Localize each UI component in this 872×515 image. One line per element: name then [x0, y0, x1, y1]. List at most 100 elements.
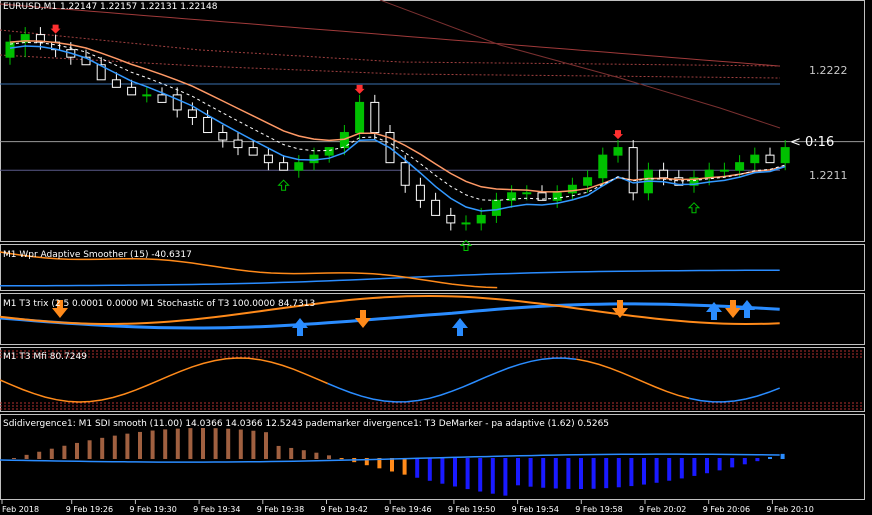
candle-body	[659, 169, 669, 179]
sdi-histogram-bar	[150, 430, 155, 459]
bar-countdown: < 0:16	[790, 135, 834, 150]
sdi-histogram-bar	[264, 432, 268, 459]
candle-body	[552, 192, 562, 201]
candle-body	[704, 169, 714, 179]
candle-body	[750, 154, 760, 164]
sdi-histogram-bar	[201, 428, 205, 459]
sdi-histogram-bar	[516, 458, 520, 486]
candle-body	[187, 109, 197, 118]
sdi-histogram-bar	[780, 453, 785, 459]
time-label: 9 Feb 19:46	[384, 505, 431, 514]
time-label: 9 Feb 20:06	[703, 505, 750, 514]
candle-body	[446, 214, 456, 224]
candle-body	[780, 147, 790, 164]
sdi-histogram-bar	[629, 458, 634, 487]
wpr-header: M1 Wpr Adaptive Smoother (15) -40.6317	[3, 250, 192, 260]
candle-body	[628, 147, 638, 194]
candle-body	[522, 192, 532, 195]
sdi-histogram-bar	[415, 458, 420, 478]
sdi-histogram-bar	[327, 455, 331, 459]
sdi-histogram-bar	[276, 445, 281, 459]
time-label: 9 Feb 19:26	[66, 505, 113, 514]
sdi-histogram-bar	[730, 458, 735, 468]
time-label: 9 Feb 19:34	[193, 505, 240, 514]
sdi-histogram-bar	[402, 458, 407, 475]
sdi-histogram-bar	[490, 458, 495, 494]
candle-body	[5, 41, 15, 58]
sdi-histogram-bar	[705, 458, 709, 474]
sdi-histogram-bar	[314, 452, 319, 459]
candle-body	[461, 222, 471, 225]
candle-body	[248, 147, 258, 156]
sdi-histogram-bar	[301, 450, 306, 459]
sdi-histogram-bar	[604, 458, 609, 489]
sdi-histogram-bar	[768, 457, 772, 459]
candle-body	[598, 154, 608, 179]
time-label: 9 Feb 19:42	[321, 505, 368, 514]
sdi-histogram-bar	[654, 458, 659, 483]
candle-body	[583, 177, 593, 186]
candle-body	[415, 184, 425, 201]
trading-chart: EURUSD,M1 1.22147 1.22157 1.22131 1.2214…	[0, 0, 872, 515]
sdi-histogram-bar	[37, 451, 42, 459]
sdi-histogram-bar	[427, 458, 432, 481]
sdi-histogram-bar	[163, 429, 168, 459]
time-label: 9 Feb 20:02	[639, 505, 686, 514]
sdi-histogram-bar	[478, 458, 483, 492]
candle-body	[355, 101, 365, 134]
sdi-histogram-bar	[591, 458, 596, 489]
t3-header: M1 T3 trix (2 5 0.0001 0.0000 M1 Stochas…	[3, 299, 315, 309]
sdi-histogram-bar	[75, 442, 79, 459]
candle-body	[279, 162, 289, 171]
sdi-histogram-bar	[87, 440, 92, 459]
sdi-histogram-bar	[125, 433, 130, 459]
price-label-upper: 1.2222	[809, 64, 848, 77]
candle-body	[111, 79, 121, 88]
sdi-histogram-bar	[667, 458, 672, 481]
candle-body	[719, 169, 729, 172]
sdi-histogram-bar	[503, 458, 508, 496]
candle-body	[127, 86, 137, 96]
sdi-histogram-bar	[579, 458, 583, 489]
sdi-histogram-bar	[390, 458, 394, 472]
candle-body	[370, 101, 380, 134]
sdi-histogram-bar	[138, 431, 142, 459]
candle-body	[172, 94, 182, 111]
sdi-histogram-bar	[112, 435, 117, 459]
candle-body	[157, 94, 167, 103]
candle-body	[400, 162, 410, 186]
sdi-histogram-bar	[24, 454, 29, 459]
time-label: 9 Feb 19:50	[448, 505, 495, 514]
candle-body	[309, 154, 319, 164]
sdi-histogram-bar	[679, 458, 684, 479]
candle-body	[431, 199, 441, 216]
time-label: Feb 2018	[2, 505, 39, 514]
candle-body	[263, 154, 273, 164]
candle-body	[476, 214, 486, 224]
sdi-histogram-bar	[289, 447, 294, 459]
sdi-histogram-bar	[453, 458, 457, 487]
candle-body	[324, 147, 334, 156]
sdi-histogram-bar	[553, 458, 558, 489]
candle-body	[142, 94, 152, 97]
sdi-histogram-bar	[541, 458, 546, 488]
time-label: 9 Feb 20:10	[766, 505, 813, 514]
sdi-histogram-bar	[742, 458, 747, 465]
sdi-histogram-bar	[642, 458, 646, 485]
candle-body	[294, 162, 304, 171]
sdi-histogram-bar	[465, 458, 470, 490]
sdi-histogram-bar	[339, 458, 344, 460]
time-label: 9 Feb 19:54	[512, 505, 559, 514]
candle-body	[765, 154, 775, 164]
sdi-header: Sdidivergence1: M1 SDI smooth (11.00) 14…	[3, 419, 609, 429]
mfi-header: M1 T3 Mfi 80.7249	[3, 352, 87, 362]
sdi-histogram-bar	[49, 448, 54, 459]
time-label: 9 Feb 19:58	[575, 505, 622, 514]
sdi-histogram-bar	[717, 458, 722, 471]
time-label: 9 Feb 19:30	[129, 505, 176, 514]
sdi-histogram-bar	[175, 428, 180, 459]
sdi-histogram-bar	[616, 458, 621, 488]
candle-body	[233, 139, 243, 149]
sdi-histogram-bar	[528, 458, 533, 487]
sdi-histogram-bar	[238, 429, 243, 459]
